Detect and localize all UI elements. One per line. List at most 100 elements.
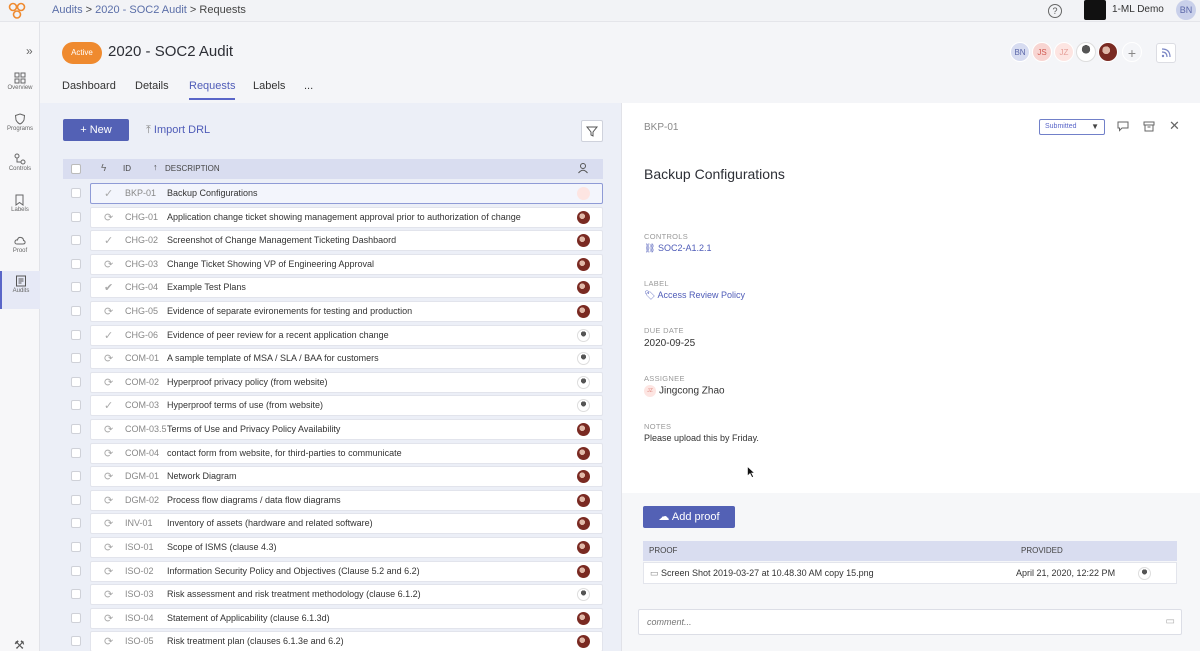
assignee-avatar[interactable] <box>577 611 590 625</box>
control-link[interactable]: ⛓ SOC2-A1.2.1 <box>644 243 711 254</box>
row-card[interactable]: ✔ CHG-04 Example Test Plans <box>90 277 603 299</box>
table-row[interactable]: ⟳ COM-01 A sample template of MSA / SLA / … <box>63 348 603 370</box>
new-request-button[interactable]: + New <box>63 119 129 141</box>
row-card[interactable]: ✓ COM-03 Hyperproof terms of use (from web… <box>90 395 603 417</box>
table-row[interactable]: ✓ CHG-02 Screenshot of Change Management T… <box>63 230 603 252</box>
activity-icon[interactable]: ϟ <box>101 163 106 174</box>
row-card[interactable]: ⟳ COM-03.5 Terms of Use and Privacy Policy… <box>90 419 603 440</box>
assignee-avatar[interactable] <box>577 493 590 507</box>
assignee-avatar[interactable] <box>577 234 590 248</box>
row-checkbox[interactable] <box>71 589 81 600</box>
row-card[interactable]: ⟳ COM-02 Hyperproof privacy policy (from w… <box>90 371 603 393</box>
column-description[interactable]: DESCRIPTION <box>165 164 220 173</box>
assignee-avatar[interactable] <box>577 446 590 460</box>
row-card[interactable]: ⟳ ISO-05 Risk treatment plan (clauses 6.1.… <box>90 631 603 651</box>
rss-feed-icon[interactable] <box>1156 43 1176 63</box>
row-checkbox[interactable] <box>71 306 81 316</box>
member-avatar[interactable]: BN <box>1010 42 1030 62</box>
table-row[interactable]: ⟳ CHG-03 Change Ticket Showing VP of Engin… <box>63 253 603 275</box>
table-row[interactable]: ✓ CHG-06 Evidence of peer review for a rec… <box>63 324 603 346</box>
assignee-avatar[interactable] <box>577 375 590 389</box>
row-checkbox[interactable] <box>71 258 81 269</box>
assignee-avatar[interactable] <box>577 423 590 436</box>
tab-requests[interactable]: Requests <box>189 80 236 100</box>
proof-row[interactable]: ▭ Screen Shot 2019-03-27 at 10.48.30 AM … <box>643 562 1177 584</box>
row-card[interactable]: ⟳ CHG-01 Application change ticket showing… <box>90 206 603 228</box>
row-checkbox[interactable] <box>71 282 81 293</box>
table-row[interactable]: ⟳ ISO-04 Statement of Applicability (claus… <box>63 607 603 629</box>
tab-dashboard[interactable]: Dashboard <box>62 80 116 98</box>
org-logo-icon[interactable] <box>1084 0 1106 20</box>
breadcrumb-audit[interactable]: 2020 - SOC2 Audit <box>95 4 187 16</box>
status-dropdown[interactable]: Submitted ▼ <box>1039 119 1105 135</box>
table-row[interactable]: ⟳ ISO-03 Risk assessment and risk treatmen… <box>63 584 603 606</box>
row-checkbox[interactable] <box>71 518 81 529</box>
member-avatar[interactable]: JS <box>1032 42 1052 62</box>
proof-file[interactable]: ▭ Screen Shot 2019-03-27 at 10.48.30 AM … <box>650 568 874 579</box>
row-checkbox[interactable] <box>71 447 81 458</box>
select-all-checkbox[interactable] <box>71 164 81 174</box>
assignee-avatar[interactable] <box>577 517 590 531</box>
row-checkbox[interactable] <box>71 565 81 576</box>
table-row[interactable]: ⟳ CHG-01 Application change ticket showing… <box>63 206 603 228</box>
table-row[interactable]: ✓ BKP-01 Backup Configurations <box>63 183 603 204</box>
table-row[interactable]: ⟳ ISO-05 Risk treatment plan (clauses 6.1.… <box>63 631 603 651</box>
row-card[interactable]: ⟳ DGM-02 Process flow diagrams / data flow… <box>90 489 603 511</box>
row-card[interactable]: ⟳ ISO-03 Risk assessment and risk treatmen… <box>90 584 603 606</box>
assignee-avatar[interactable] <box>577 210 590 224</box>
member-avatar-photo[interactable] <box>1076 42 1096 62</box>
import-drl-button[interactable]: ⤒ Import DRL <box>146 124 210 137</box>
row-card[interactable]: ⟳ COM-01 A sample template of MSA / SLA / … <box>90 348 603 370</box>
row-checkbox[interactable] <box>71 235 81 246</box>
member-avatar[interactable]: JZ <box>1054 42 1074 62</box>
filter-button[interactable] <box>581 120 603 142</box>
add-member-button[interactable]: + <box>1122 42 1142 62</box>
user-avatar[interactable]: BN <box>1176 0 1196 20</box>
archive-icon[interactable] <box>1143 120 1155 135</box>
comment-icon[interactable] <box>1117 120 1129 135</box>
add-proof-button[interactable]: ☁ Add proof <box>643 506 735 528</box>
rail-item-programs[interactable]: Programs <box>0 109 40 147</box>
member-avatar-photo[interactable] <box>1098 42 1118 62</box>
expand-rail-icon[interactable]: » <box>26 44 33 58</box>
row-card[interactable]: ✓ BKP-01 Backup Configurations <box>90 183 603 204</box>
tab-more[interactable]: ... <box>304 80 313 98</box>
row-checkbox[interactable] <box>71 612 81 623</box>
row-checkbox[interactable] <box>71 400 81 411</box>
table-row[interactable]: ⟳ ISO-01 Scope of ISMS (clause 4.3) <box>63 537 603 558</box>
row-card[interactable]: ✓ CHG-06 Evidence of peer review for a rec… <box>90 324 603 346</box>
row-card[interactable]: ⟳ ISO-04 Statement of Applicability (claus… <box>90 607 603 629</box>
row-card[interactable]: ⟳ ISO-02 Information Security Policy and O… <box>90 560 603 582</box>
column-id[interactable]: ID <box>123 164 131 173</box>
row-card[interactable]: ⟳ INV-01 Inventory of assets (hardware and… <box>90 513 603 535</box>
assignee-avatar[interactable] <box>577 635 590 649</box>
table-row[interactable]: ⟳ INV-01 Inventory of assets (hardware and… <box>63 513 603 535</box>
label-link[interactable]: 🏷 Access Review Policy <box>644 290 745 301</box>
assignee-avatar[interactable] <box>577 399 590 413</box>
row-checkbox[interactable] <box>71 329 81 340</box>
row-checkbox[interactable] <box>71 376 81 387</box>
row-card[interactable]: ⟳ COM-04 contact form from website, for th… <box>90 442 603 464</box>
help-icon[interactable]: ? <box>1048 4 1062 18</box>
org-name[interactable]: 1-ML Demo <box>1112 4 1164 15</box>
table-row[interactable]: ⟳ COM-02 Hyperproof privacy policy (from w… <box>63 371 603 393</box>
app-logo-icon[interactable] <box>8 2 26 20</box>
row-checkbox[interactable] <box>71 471 81 482</box>
rail-item-proof[interactable]: Proof <box>0 231 40 269</box>
sort-arrow-icon[interactable]: ↑ <box>153 162 158 172</box>
row-card[interactable]: ⟳ ISO-01 Scope of ISMS (clause 4.3) <box>90 537 603 558</box>
row-checkbox[interactable] <box>71 211 81 222</box>
assignee-avatar[interactable] <box>577 541 590 554</box>
close-icon[interactable]: ✕ <box>1169 118 1180 134</box>
table-row[interactable]: ⟳ COM-03.5 Terms of Use and Privacy Policy… <box>63 419 603 440</box>
row-checkbox[interactable] <box>71 542 81 552</box>
assignee-avatar[interactable] <box>577 352 590 366</box>
assignee-avatar[interactable] <box>577 470 590 484</box>
table-row[interactable]: ⟳ DGM-01 Network Diagram <box>63 466 603 488</box>
row-checkbox[interactable] <box>71 636 81 647</box>
row-card[interactable]: ⟳ CHG-05 Evidence of separate evironements… <box>90 301 603 322</box>
assignee-avatar[interactable] <box>577 281 590 295</box>
row-checkbox[interactable] <box>71 424 81 434</box>
rail-item-controls[interactable]: Controls <box>0 149 40 187</box>
breadcrumb-audits[interactable]: Audits <box>52 4 83 16</box>
